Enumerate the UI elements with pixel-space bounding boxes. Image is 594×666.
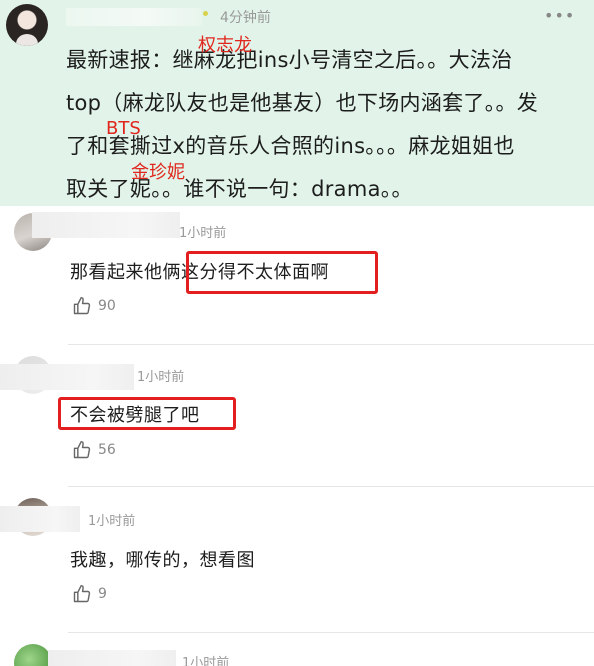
post-timestamp: 4分钟前: [220, 10, 271, 26]
like-button[interactable]: 56: [72, 440, 116, 460]
handwritten-annotation: BTS: [106, 118, 141, 139]
divider: [68, 344, 594, 345]
comment-item: 1小时前 我趣，哪传的，想看图 9: [0, 488, 594, 634]
thumbs-up-icon: [73, 440, 91, 459]
thumbs-up-icon: [73, 296, 91, 315]
comment-text: 我趣，哪传的，想看图: [70, 550, 255, 571]
post-content: 最新速报：继麻龙把ins小号清空之后。。大法治 top（麻龙队友也是他基友）也下…: [66, 39, 590, 211]
comment-item: 1小时前 不会被劈腿了吧 56: [0, 346, 594, 488]
post-line: 最新速报：继麻龙把ins小号清空之后。。大法治: [66, 48, 513, 72]
comment-item: 1小时前 那看起来他俩这分得不太体面啊 90: [0, 206, 594, 346]
verified-dot-icon: [203, 11, 208, 16]
comment-timestamp: 1小时前: [137, 370, 185, 385]
post-line: top（麻龙队友也是他基友）也下场内涵套了。。发: [66, 91, 539, 115]
post-card: 4分钟前 ••• 最新速报：继麻龙把ins小号清空之后。。大法治 top（麻龙队…: [0, 0, 594, 206]
commenter-avatar[interactable]: [14, 644, 52, 666]
post-author-avatar[interactable]: [6, 4, 48, 46]
more-dots-icon[interactable]: •••: [544, 6, 575, 25]
commenter-name-redacted: [48, 650, 176, 666]
commenter-name-redacted: [32, 212, 180, 238]
like-button[interactable]: 90: [72, 296, 116, 316]
highlight-box: [186, 251, 378, 294]
like-count: 9: [98, 586, 107, 602]
comment-timestamp: 1小时前: [179, 226, 227, 241]
divider: [68, 486, 594, 487]
like-count: 90: [98, 298, 116, 314]
like-count: 56: [98, 442, 116, 458]
highlight-box: [58, 397, 236, 430]
post-author-name-redacted: [66, 8, 202, 26]
like-button[interactable]: 9: [72, 584, 107, 604]
handwritten-annotation: 金珍妮: [131, 162, 185, 183]
divider: [68, 632, 594, 633]
thumbs-up-icon: [73, 584, 91, 603]
comment-timestamp: 1小时前: [182, 656, 230, 666]
commenter-name-redacted: [0, 364, 134, 390]
comment-item: 1小时前: [0, 634, 594, 666]
comment-timestamp: 1小时前: [88, 514, 136, 529]
handwritten-annotation: 权志龙: [198, 35, 252, 56]
commenter-name-redacted: [0, 506, 80, 532]
